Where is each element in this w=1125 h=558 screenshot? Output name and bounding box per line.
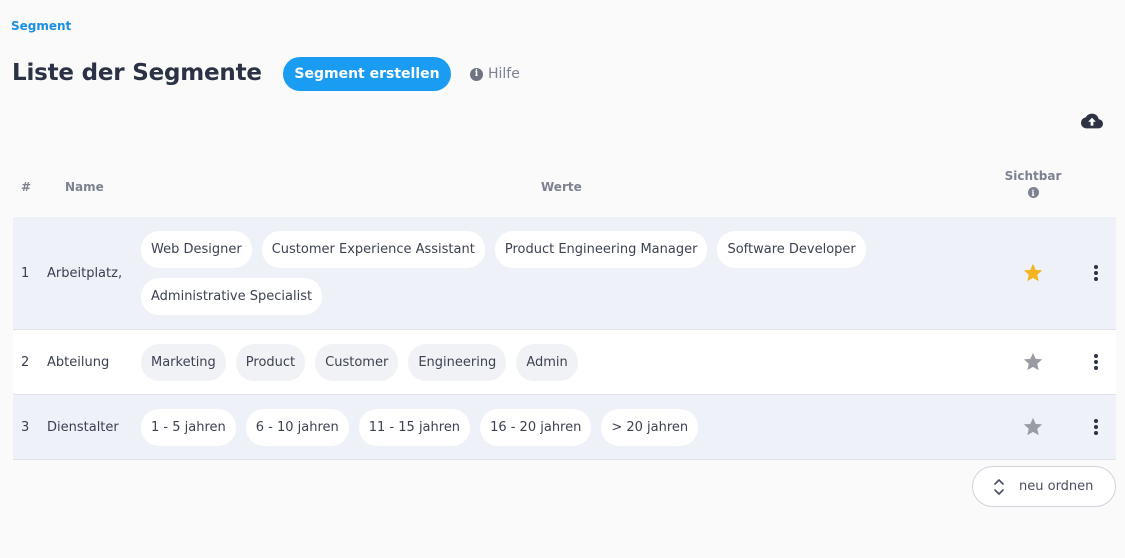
header-number: # bbox=[21, 180, 32, 194]
info-icon[interactable]: i bbox=[1027, 187, 1039, 198]
header-name: Name bbox=[65, 180, 104, 194]
value-chip: > 20 jahren bbox=[601, 408, 699, 446]
value-chip: Software Developer bbox=[717, 231, 866, 268]
value-chip: 6 - 10 jahren bbox=[245, 408, 349, 446]
value-chips: 1 - 5 jahren 6 - 10 jahren 11 - 15 jahre… bbox=[141, 408, 881, 446]
row-name: Dienstalter bbox=[47, 419, 119, 435]
reorder-button[interactable]: neu ordnen bbox=[972, 466, 1116, 507]
reorder-label: neu ordnen bbox=[1019, 479, 1094, 494]
value-chip: Product Engineering Manager bbox=[494, 231, 708, 268]
row-number: 3 bbox=[21, 419, 30, 435]
more-vertical-icon[interactable] bbox=[1090, 417, 1102, 437]
value-chip: Customer bbox=[315, 343, 399, 381]
value-chip: 1 - 5 jahren bbox=[141, 408, 236, 446]
value-chip: 11 - 15 jahren bbox=[358, 408, 471, 446]
cloud-upload-icon[interactable] bbox=[1081, 111, 1103, 131]
header-visible-label: Sichtbar bbox=[1004, 169, 1062, 183]
table-row: 2 Abteilung Marketing Product Customer E… bbox=[13, 330, 1116, 395]
segments-table: # Name Werte Sichtbar i 1 Arbeitplatz, W… bbox=[13, 160, 1116, 460]
header-values: Werte bbox=[541, 180, 582, 194]
value-chips: Marketing Product Customer Engineering A… bbox=[141, 343, 881, 381]
table-row: 3 Dienstalter 1 - 5 jahren 6 - 10 jahren… bbox=[13, 395, 1116, 460]
row-name: Abteilung bbox=[47, 354, 110, 370]
row-number: 1 bbox=[21, 265, 30, 281]
table-header: # Name Werte Sichtbar i bbox=[13, 160, 1116, 217]
row-name: Arbeitplatz, bbox=[47, 265, 123, 281]
value-chip: Customer Experience Assistant bbox=[261, 231, 485, 268]
info-icon: i bbox=[470, 67, 483, 81]
value-chip: 16 - 20 jahren bbox=[480, 408, 592, 446]
value-chip: Admin bbox=[516, 343, 578, 381]
table-row: 1 Arbeitplatz, Web Designer Customer Exp… bbox=[13, 217, 1116, 330]
more-vertical-icon[interactable] bbox=[1090, 263, 1102, 283]
value-chip: Engineering bbox=[408, 343, 507, 381]
breadcrumb[interactable]: Segment bbox=[11, 19, 71, 33]
chevron-up-down-icon bbox=[994, 478, 1004, 495]
value-chip: Administrative Specialist bbox=[141, 278, 323, 315]
page-title: Liste der Segmente bbox=[12, 60, 262, 86]
row-number: 2 bbox=[21, 354, 30, 370]
value-chips: Web Designer Customer Experience Assista… bbox=[141, 231, 881, 315]
value-chip: Product bbox=[235, 343, 306, 381]
value-chip: Web Designer bbox=[141, 231, 252, 268]
help-label: Hilfe bbox=[488, 66, 520, 82]
star-icon[interactable] bbox=[1022, 351, 1044, 373]
create-segment-button[interactable]: Segment erstellen bbox=[283, 57, 451, 91]
help-link[interactable]: i Hilfe bbox=[470, 66, 520, 82]
value-chip: Marketing bbox=[141, 343, 226, 381]
more-vertical-icon[interactable] bbox=[1090, 352, 1102, 372]
star-icon[interactable] bbox=[1022, 262, 1044, 284]
star-icon[interactable] bbox=[1022, 416, 1044, 438]
header-visible: Sichtbar i bbox=[998, 169, 1068, 199]
